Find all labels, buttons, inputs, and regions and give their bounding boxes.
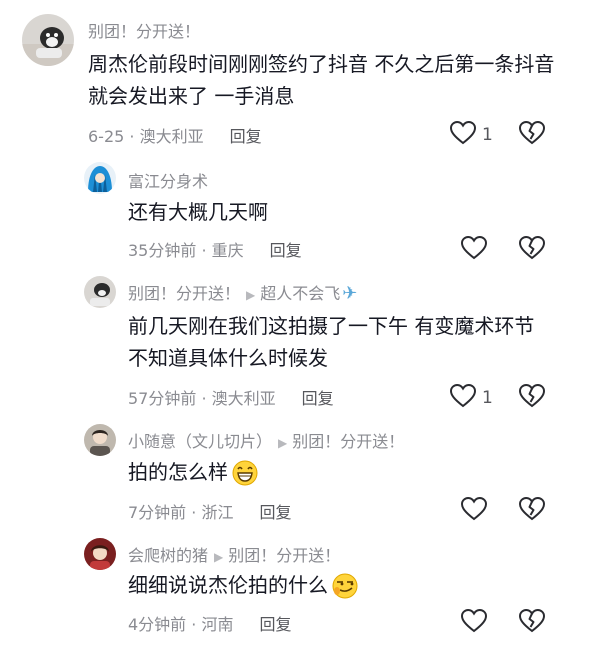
comment-location: 河南 (201, 615, 234, 634)
dislike-button[interactable] (518, 383, 546, 412)
comment-time: 6-25 (88, 127, 125, 146)
like-button[interactable] (460, 235, 493, 264)
comment-author[interactable]: 小随意（文儿切片） ▶ 别团！分开送！ (128, 428, 404, 452)
avatar[interactable] (22, 14, 74, 66)
reply-button[interactable]: 回复 (230, 127, 262, 146)
grinning-emoji-icon (232, 460, 258, 495)
reply-button[interactable]: 回复 (259, 503, 291, 522)
heart-outline-icon (460, 496, 488, 525)
comment-text-body: 细细说说杰伦拍的什么 (128, 573, 328, 597)
comment-text: 前几天刚在我们这拍摄了一下午 有变魔术环节 不知道具体什么时候发 (128, 314, 535, 370)
reply-button[interactable]: 回复 (259, 615, 291, 634)
comment-meta: 57分钟前 · 澳大利亚 回复 (128, 385, 334, 409)
comment-meta: 6-25 · 澳大利亚 回复 (88, 123, 262, 147)
like-button[interactable]: 1 (449, 383, 493, 412)
meta-separator: · (186, 615, 202, 634)
author-name[interactable]: 别团！分开送！ (128, 284, 240, 303)
broken-heart-icon (518, 496, 546, 525)
heart-outline-icon (460, 608, 488, 637)
like-button[interactable] (460, 496, 493, 525)
reply-target[interactable]: 别团！分开送！ (292, 432, 404, 451)
comment-time: 7分钟前 (128, 503, 187, 522)
smirk-emoji-icon (332, 573, 358, 608)
comment-time: 4分钟前 (128, 615, 187, 634)
comment-text: 细细说说杰伦拍的什么 (128, 569, 358, 608)
broken-heart-icon (518, 235, 546, 264)
comment-4: 小随意（文儿切片） ▶ 别团！分开送！ 拍的怎么样 7分钟前 · 浙江 回复 (0, 420, 600, 536)
reply-button[interactable]: 回复 (302, 389, 334, 408)
like-button[interactable] (460, 608, 493, 637)
comment-time: 35分钟前 (128, 241, 197, 260)
like-count: 1 (482, 388, 493, 408)
comment-location: 澳大利亚 (211, 389, 276, 408)
comment-meta: 35分钟前 · 重庆 回复 (128, 237, 302, 261)
comment-meta: 4分钟前 · 河南 回复 (128, 611, 291, 635)
heart-outline-icon (449, 120, 477, 149)
comment-1: 别团！分开送！ 周杰伦前段时间刚刚签约了抖音 不久之后第一条抖音就会发出来了 一… (0, 0, 600, 160)
right-triangle-icon: ▶ (246, 288, 256, 302)
comment-time: 57分钟前 (128, 389, 197, 408)
comment-author[interactable]: 富江分身术 (128, 168, 208, 192)
avatar[interactable] (84, 424, 116, 456)
comment-author[interactable]: 会爬树的猪 ▶ 别团！分开送！ (128, 542, 340, 566)
reply-target[interactable]: 超人不会飞 (260, 284, 340, 303)
like-button[interactable]: 1 (449, 120, 493, 149)
dislike-button[interactable] (518, 235, 546, 264)
broken-heart-icon (518, 608, 546, 637)
reply-target[interactable]: 别团！分开送！ (228, 546, 340, 565)
right-triangle-icon: ▶ (214, 550, 224, 564)
author-name[interactable]: 小随意（文儿切片） (128, 432, 272, 451)
comment-author[interactable]: 别团！分开送！ ▶ 超人不会飞 ✈ (128, 280, 357, 304)
comment-location: 澳大利亚 (139, 127, 204, 146)
dislike-button[interactable] (518, 120, 546, 149)
like-count: 1 (482, 125, 493, 145)
comment-author[interactable]: 别团！分开送！ (88, 18, 200, 42)
dislike-button[interactable] (518, 496, 546, 525)
dislike-button[interactable] (518, 608, 546, 637)
meta-separator: · (196, 241, 212, 260)
broken-heart-icon (518, 383, 546, 412)
comment-text: 还有大概几天啊 (128, 200, 268, 224)
comment-text: 周杰伦前段时间刚刚签约了抖音 不久之后第一条抖音就会发出来了 一手消息 (88, 52, 555, 108)
author-name[interactable]: 会爬树的猪 (128, 546, 208, 565)
reply-button[interactable]: 回复 (270, 241, 302, 260)
meta-separator: · (124, 127, 140, 146)
comment-location: 浙江 (201, 503, 234, 522)
airplane-icon: ✈ (342, 283, 358, 304)
comment-3: 别团！分开送！ ▶ 超人不会飞 ✈ 前几天刚在我们这拍摄了一下午 有变魔术环节 不知道… (0, 270, 600, 420)
avatar[interactable] (84, 162, 116, 194)
broken-heart-icon (518, 120, 546, 149)
comment-5: 会爬树的猪 ▶ 别团！分开送！ 细细说说杰伦拍的什么 4分钟前 · 河南 回复 (0, 536, 600, 656)
comment-2: 富江分身术 还有大概几天啊 35分钟前 · 重庆 回复 (0, 160, 600, 270)
comment-text-body: 拍的怎么样 (128, 460, 228, 484)
heart-outline-icon (449, 383, 477, 412)
avatar[interactable] (84, 276, 116, 308)
comment-meta: 7分钟前 · 浙江 回复 (128, 499, 291, 523)
meta-separator: · (196, 389, 212, 408)
comment-location: 重庆 (211, 241, 244, 260)
comment-text: 拍的怎么样 (128, 456, 258, 495)
avatar[interactable] (84, 538, 116, 570)
heart-outline-icon (460, 235, 488, 264)
meta-separator: · (186, 503, 202, 522)
right-triangle-icon: ▶ (278, 436, 288, 450)
